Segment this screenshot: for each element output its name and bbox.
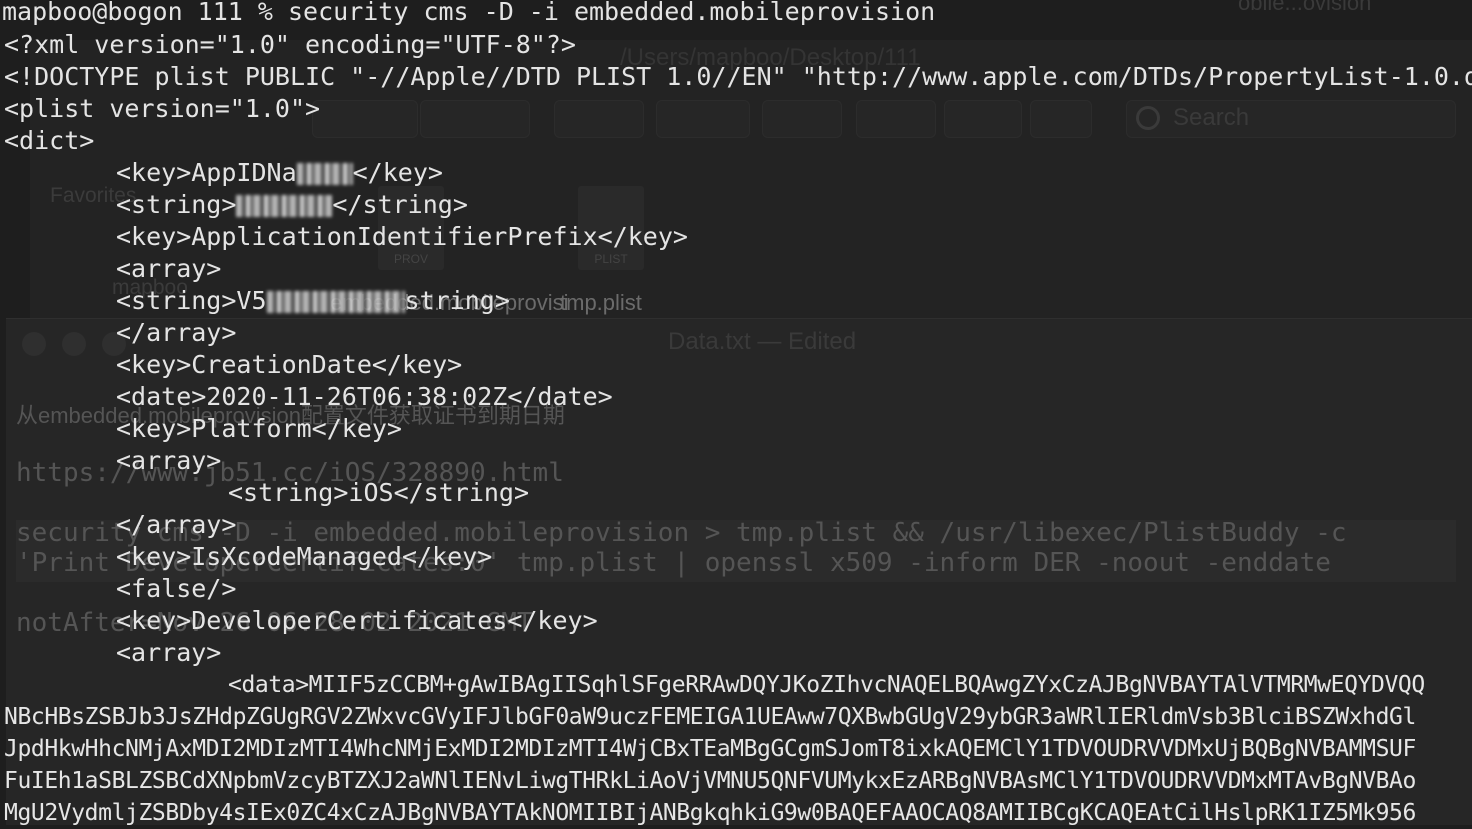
- xml-fragment: <string>V5: [116, 286, 267, 315]
- prompt: mapboo@bogon 111 %: [2, 0, 288, 26]
- cert-data-line: FuIEh1aSBLZSBCdXNpbmVzcyBTZXJ2aWNlIENvLi…: [4, 768, 1416, 794]
- xml-line: <key>Platform</key>: [116, 414, 402, 443]
- xml-line: </array>: [116, 318, 237, 347]
- xml-fragment: string>: [404, 286, 510, 315]
- xml-line: <dict>: [4, 126, 95, 155]
- xml-line: <key>CreationDate</key>: [116, 350, 463, 379]
- redacted-text: [236, 195, 333, 217]
- cert-data-line: MgU2VydmljZSBDby4sIEx0ZC4xCzAJBgNVBAYTAk…: [4, 800, 1416, 826]
- xml-line: <string>iOS</string>: [228, 478, 530, 507]
- xml-fragment: <string>: [116, 190, 237, 219]
- xml-line: <key>AppIDNa </key>: [116, 157, 443, 189]
- xml-line: <array>: [116, 446, 222, 475]
- redacted-text: [266, 291, 405, 313]
- xml-line: <key>DeveloperCertificates</key>: [116, 606, 598, 635]
- cert-data-line: JpdHkwHhcNMjAxMDI2MDIzMTI4WhcNMjExMDI2MD…: [4, 736, 1416, 762]
- command: security cms -D -i embedded.mobileprovis…: [287, 0, 936, 26]
- xml-line: </array>: [116, 510, 237, 539]
- redacted-text: [296, 163, 353, 185]
- xml-line: <string>V5 string>: [116, 285, 510, 317]
- xml-line: <!DOCTYPE plist PUBLIC "-//Apple//DTD PL…: [4, 62, 1472, 91]
- xml-line: <key>IsXcodeManaged</key>: [116, 542, 493, 571]
- cert-data-line: NBcHBsZSBJb3JsZHdpZGUgRGV2ZWxvcGVyIFJlbG…: [4, 704, 1416, 730]
- xml-line: <date>2020-11-26T06:38:02Z</date>: [116, 382, 613, 411]
- terminal-output: mapboo@bogon 111 % security cms -D -i em…: [0, 0, 1472, 826]
- xml-fragment: </key>: [352, 158, 443, 187]
- xml-line: <key>ApplicationIdentifierPrefix</key>: [116, 222, 688, 251]
- prompt-line: mapboo@bogon 111 % security cms -D -i em…: [2, 0, 935, 28]
- xml-line: <array>: [116, 638, 222, 667]
- xml-line: <string> </string>: [116, 189, 468, 221]
- xml-line: <?xml version="1.0" encoding="UTF-8"?>: [4, 30, 576, 59]
- xml-line: <false/>: [116, 574, 237, 603]
- xml-line: <plist version="1.0">: [4, 94, 321, 123]
- xml-line: <array>: [116, 254, 222, 283]
- xml-fragment: <key>AppIDNa: [116, 158, 297, 187]
- cert-data-line: <data>MIIF5zCCBM+gAwIBAgIISqhlSFgeRRAwDQ…: [228, 672, 1425, 698]
- xml-fragment: </string>: [332, 190, 468, 219]
